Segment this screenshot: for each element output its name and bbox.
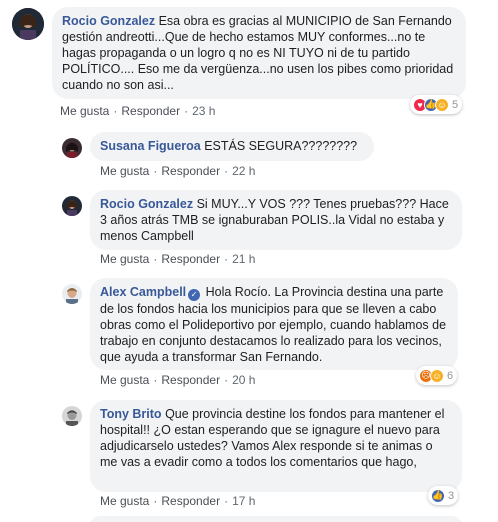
comment-susana: Susana Figueroa ESTÁS SEGURA???????? Me …	[0, 130, 498, 180]
comment-time[interactable]: 22 h	[232, 164, 255, 178]
comment-bubble: Alex Campbell ✓ Hola Rocío. La Provincia …	[90, 278, 458, 370]
reaction-count: 6	[447, 369, 454, 382]
comment-author[interactable]: Tony Brito	[100, 407, 162, 421]
reply-button[interactable]: Responder	[121, 104, 180, 118]
haha-icon: ☺	[430, 368, 444, 383]
avatar-photo	[62, 196, 82, 216]
like-button[interactable]: Me gusta	[60, 104, 109, 118]
avatar-photo	[62, 406, 82, 426]
comment-bubble-next	[90, 516, 462, 522]
avatar[interactable]	[62, 138, 82, 158]
comment-alex: Alex Campbell ✓ Hola Rocío. La Provincia …	[0, 276, 498, 390]
comment-tony: Tony Brito Que provincia destine los fon…	[0, 398, 498, 522]
comment-bubble: Susana Figueroa ESTÁS SEGURA????????	[90, 132, 374, 161]
reply-button[interactable]: Responder	[161, 252, 220, 266]
comment-author[interactable]: Alex Campbell	[100, 285, 186, 299]
comment-actions: Me gusta · Responder · 23 h	[60, 104, 216, 118]
comment-rocio-1: Rocio Gonzalez Esa obra es gracias al MU…	[0, 0, 498, 120]
like-button[interactable]: Me gusta	[100, 164, 149, 178]
comment-time[interactable]: 21 h	[232, 252, 255, 266]
comment-bubble: Tony Brito Que provincia destine los fon…	[90, 400, 462, 492]
avatar-photo	[62, 138, 82, 158]
comment-author[interactable]: Rocio Gonzalez	[100, 197, 193, 211]
reply-button[interactable]: Responder	[161, 373, 220, 387]
reply-button[interactable]: Responder	[161, 494, 220, 508]
comment-rocio-2: Rocio Gonzalez Si MUY...Y VOS ??? Tenes …	[0, 188, 498, 270]
avatar-photo	[12, 8, 44, 40]
comment-time[interactable]: 23 h	[192, 104, 215, 118]
comment-bubble: Rocio Gonzalez Esa obra es gracias al MU…	[52, 7, 466, 99]
comment-actions: Me gusta · Responder · 21 h	[100, 252, 256, 266]
comment-actions: Me gusta · Responder · 22 h	[100, 164, 256, 178]
reaction-summary[interactable]: 👍 3	[428, 486, 459, 505]
reply-button[interactable]: Responder	[161, 164, 220, 178]
avatar-photo	[62, 284, 82, 304]
verified-badge-icon: ✓	[188, 289, 201, 301]
avatar[interactable]	[62, 196, 82, 216]
reaction-count: 3	[448, 489, 455, 502]
comment-author[interactable]: Rocio Gonzalez	[62, 14, 155, 28]
avatar[interactable]	[12, 8, 44, 40]
reaction-summary[interactable]: ☹ ☺ 6	[416, 366, 458, 385]
avatar[interactable]	[62, 406, 82, 426]
like-button[interactable]: Me gusta	[100, 373, 149, 387]
like-icon: 👍	[431, 488, 445, 503]
comment-author[interactable]: Susana Figueroa	[100, 139, 201, 153]
like-button[interactable]: Me gusta	[100, 252, 149, 266]
haha-icon: ☺	[435, 97, 449, 112]
like-button[interactable]: Me gusta	[100, 494, 149, 508]
reaction-summary[interactable]: ♥ 👍 ☺ 5	[410, 95, 463, 114]
comment-bubble: Rocio Gonzalez Si MUY...Y VOS ??? Tenes …	[90, 190, 462, 250]
comment-time[interactable]: 17 h	[232, 494, 255, 508]
comment-text: ESTÁS SEGURA????????	[204, 139, 358, 153]
avatar[interactable]	[62, 284, 82, 304]
reaction-count: 5	[452, 98, 459, 111]
comment-actions: Me gusta · Responder · 17 h	[100, 494, 256, 508]
comment-actions: Me gusta · Responder · 20 h	[100, 373, 256, 387]
comment-time[interactable]: 20 h	[232, 373, 255, 387]
